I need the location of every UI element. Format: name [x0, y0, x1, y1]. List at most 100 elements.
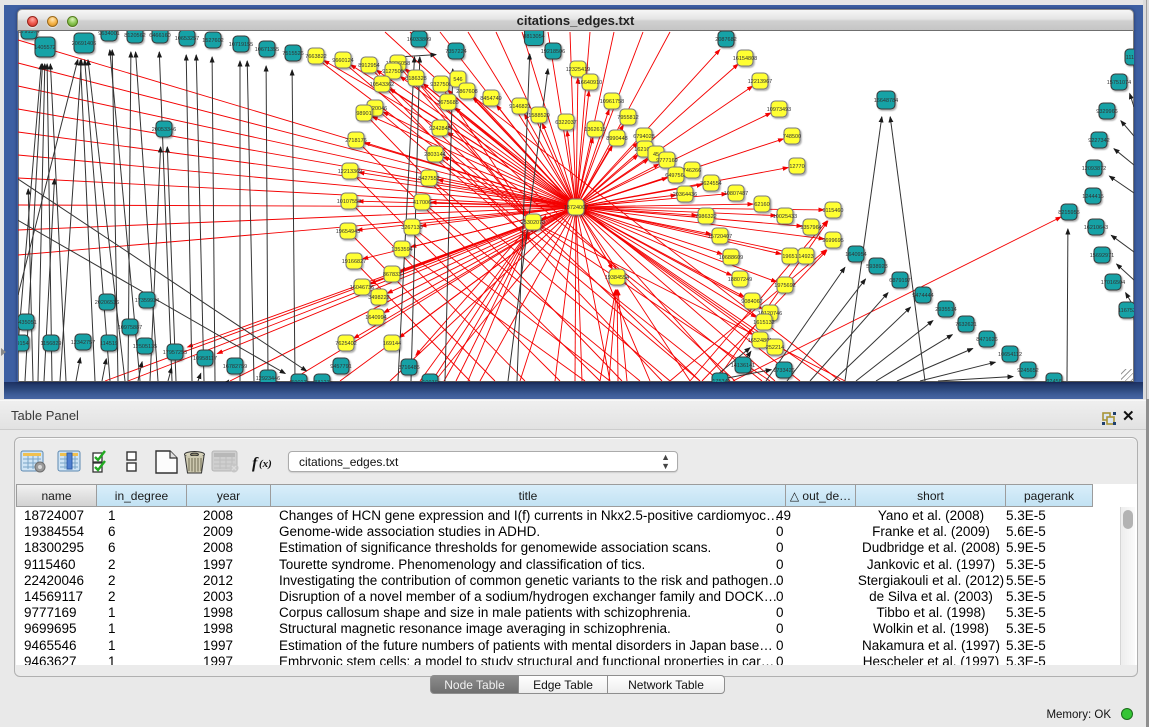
svg-text:10025433: 10025433 — [773, 214, 797, 220]
svg-text:7955812: 7955812 — [617, 115, 638, 121]
svg-text:2803144: 2803144 — [424, 152, 445, 158]
svg-text:9227342: 9227342 — [1088, 138, 1109, 144]
svg-text:20206536: 20206536 — [95, 300, 119, 306]
svg-text:746266: 746266 — [683, 168, 701, 174]
svg-text:3675685: 3675685 — [437, 100, 458, 106]
svg-text:2935514: 2935514 — [935, 307, 956, 313]
svg-text:88123: 88123 — [314, 380, 329, 382]
svg-text:1615132: 1615132 — [753, 320, 774, 326]
svg-text:59013: 59013 — [291, 380, 306, 382]
svg-text:16640910: 16640910 — [578, 80, 602, 86]
svg-text:417006: 417006 — [413, 200, 431, 206]
svg-text:7515526: 7515526 — [282, 51, 303, 57]
svg-text:1733426: 1733426 — [773, 368, 794, 374]
svg-text:17359934: 17359934 — [135, 298, 159, 304]
svg-text:12213369: 12213369 — [338, 169, 362, 175]
svg-text:19166827: 19166827 — [342, 259, 366, 265]
svg-text:3498222: 3498222 — [368, 295, 389, 301]
svg-text:10958117: 10958117 — [193, 356, 217, 362]
svg-text:2867608: 2867608 — [456, 89, 477, 95]
svg-text:17016504: 17016504 — [1101, 280, 1125, 286]
svg-text:11174: 11174 — [1126, 55, 1134, 61]
svg-text:1244415: 1244415 — [1082, 194, 1103, 200]
svg-text:10807487: 10807487 — [724, 191, 748, 197]
svg-text:7357224: 7357224 — [445, 49, 466, 55]
svg-text:12213967: 12213967 — [748, 79, 772, 85]
svg-text:12093872: 12093872 — [1082, 166, 1106, 172]
svg-text:8912954: 8912954 — [358, 63, 379, 69]
svg-text:9115460: 9115460 — [822, 208, 843, 214]
svg-text:14136141: 14136141 — [731, 363, 755, 369]
svg-text:39154: 39154 — [18, 341, 29, 347]
svg-text:6466160: 6466160 — [149, 33, 170, 39]
svg-text:9660124: 9660124 — [332, 58, 353, 64]
svg-text:18807249: 18807249 — [728, 277, 752, 283]
svg-text:12770: 12770 — [789, 164, 804, 170]
svg-text:12923446: 12923446 — [256, 376, 280, 382]
svg-text:7625402: 7625402 — [335, 341, 356, 347]
svg-text:2718176: 2718176 — [345, 138, 366, 144]
svg-text:14923: 14923 — [798, 254, 813, 260]
svg-text:6879197: 6879197 — [889, 278, 910, 284]
svg-text:9245652: 9245652 — [1017, 368, 1038, 374]
svg-text:10543362: 10543362 — [370, 82, 394, 88]
svg-text:1640954: 1640954 — [845, 252, 866, 258]
svg-text:252214: 252214 — [766, 345, 784, 351]
svg-text:1156829: 1156829 — [40, 341, 61, 347]
svg-text:5938923: 5938923 — [866, 264, 887, 270]
svg-text:15751074: 15751074 — [1107, 80, 1131, 86]
svg-text:8215955: 8215955 — [1058, 210, 1079, 216]
svg-text:12342757: 12342757 — [71, 340, 95, 346]
svg-text:1405572: 1405572 — [34, 45, 55, 51]
svg-text:9457791: 9457791 — [330, 364, 351, 370]
svg-text:10688609: 10688609 — [719, 255, 743, 261]
svg-text:1353594: 1353594 — [391, 247, 412, 253]
svg-text:6794028: 6794028 — [633, 134, 654, 140]
svg-text:1640994: 1640994 — [365, 315, 386, 321]
svg-text:3267130: 3267130 — [401, 225, 422, 231]
svg-text:1791374: 1791374 — [18, 31, 39, 35]
svg-text:16154808: 16154808 — [733, 56, 757, 62]
svg-text:92456: 92456 — [1046, 379, 1061, 382]
svg-text:10961758: 10961758 — [600, 99, 624, 105]
svg-text:19654943: 19654943 — [336, 229, 360, 235]
svg-text:15692971: 15692971 — [1090, 253, 1114, 259]
svg-text:1975692: 1975692 — [774, 283, 795, 289]
svg-text:3624554: 3624554 — [700, 181, 721, 187]
svg-text:25302073: 25302073 — [521, 220, 545, 226]
svg-text:20691406: 20691406 — [72, 41, 96, 47]
svg-text:10671355: 10671355 — [255, 47, 279, 53]
svg-text:9327508: 9327508 — [430, 82, 451, 88]
svg-text:1588520: 1588520 — [528, 113, 549, 119]
svg-text:7632621: 7632621 — [955, 322, 976, 328]
svg-text:7986322: 7986322 — [695, 214, 716, 220]
svg-text:10107553: 10107553 — [337, 199, 361, 205]
svg-text:8120562: 8120562 — [124, 33, 145, 39]
svg-text:1435051: 1435051 — [18, 320, 37, 326]
svg-text:18724007: 18724007 — [564, 205, 588, 211]
svg-text:9127505: 9127505 — [382, 69, 403, 75]
svg-text:17957253: 17957253 — [163, 350, 187, 356]
svg-text:20364436: 20364436 — [673, 192, 697, 198]
svg-text:17534: 17534 — [712, 379, 727, 382]
svg-text:867833: 867833 — [383, 272, 401, 278]
svg-text:8813054: 8813054 — [523, 34, 544, 40]
svg-text:98901: 98901 — [356, 111, 371, 117]
svg-text:748500: 748500 — [783, 134, 801, 140]
svg-text:3716485: 3716485 — [398, 365, 419, 371]
svg-text:8454749: 8454749 — [480, 96, 501, 102]
svg-text:(x): (x) — [259, 458, 272, 470]
svg-text:19218506: 19218506 — [541, 49, 565, 55]
svg-text:9242848: 9242848 — [429, 126, 450, 132]
svg-text:8427552: 8427552 — [418, 176, 439, 182]
svg-text:10654112: 10654112 — [998, 352, 1022, 358]
svg-text:20053346: 20053346 — [152, 127, 176, 133]
svg-text:9329966: 9329966 — [1096, 109, 1117, 115]
svg-text:2087682: 2087682 — [715, 37, 736, 43]
svg-text:19651: 19651 — [782, 254, 797, 260]
svg-text:7663822: 7663822 — [305, 54, 326, 60]
svg-text:9084067: 9084067 — [741, 299, 762, 305]
svg-text:9634001: 9634001 — [98, 31, 119, 37]
svg-text:12325419: 12325419 — [566, 67, 590, 73]
svg-text:10719155: 10719155 — [229, 42, 253, 48]
